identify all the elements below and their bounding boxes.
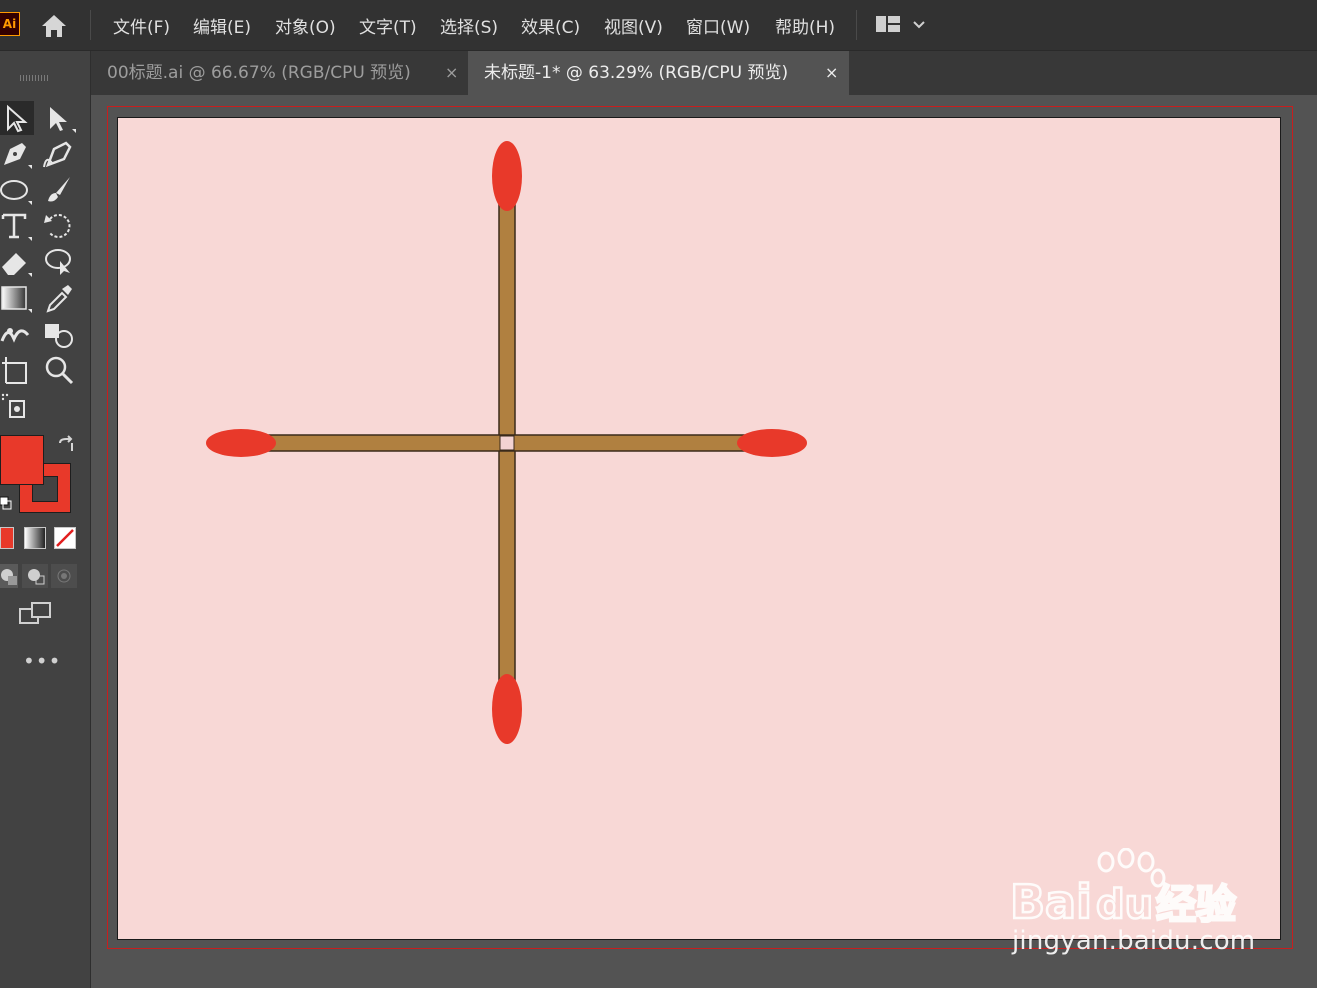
eraser-icon bbox=[2, 253, 32, 277]
puppet-warp-icon bbox=[45, 249, 71, 275]
rotate-tool[interactable] bbox=[42, 209, 76, 243]
symbol-sprayer-tool[interactable] bbox=[0, 389, 34, 423]
zoom-magnifier-icon bbox=[45, 356, 74, 385]
zoom-tool[interactable] bbox=[42, 353, 76, 387]
match-head-right[interactable] bbox=[737, 429, 807, 457]
draw-behind-button[interactable] bbox=[22, 564, 48, 588]
puppet-warp-tool[interactable] bbox=[42, 245, 76, 279]
match-head-top[interactable] bbox=[492, 141, 522, 211]
eyedropper-tool[interactable] bbox=[42, 281, 76, 315]
svg-text:经验: 经验 bbox=[1156, 882, 1236, 928]
document-tab-bar: 00标题.ai @ 66.67% (RGB/CPU 预览) × 未标题-1* @… bbox=[91, 51, 1317, 95]
artwork bbox=[206, 141, 807, 744]
baidu-paw-logo-icon: Bai du 经验 bbox=[1009, 847, 1237, 930]
swap-fill-stroke-button[interactable] bbox=[56, 435, 76, 455]
curvature-tool[interactable] bbox=[42, 137, 76, 171]
ellipse-icon bbox=[0, 180, 32, 205]
eraser-tool[interactable] bbox=[0, 245, 34, 279]
blend-icon bbox=[0, 328, 30, 343]
match-stick-vertical[interactable] bbox=[498, 197, 516, 729]
default-colors-icon bbox=[0, 496, 12, 510]
more-tools-button[interactable]: ••• bbox=[23, 649, 61, 673]
symbol-sprayer-icon bbox=[1, 393, 25, 418]
menu-separator bbox=[856, 10, 857, 40]
tab-close-button[interactable]: × bbox=[825, 51, 838, 95]
match-head-bottom[interactable] bbox=[492, 674, 522, 744]
match-junction bbox=[499, 435, 515, 451]
menu-view[interactable]: 视图(V) bbox=[604, 13, 663, 38]
menu-select[interactable]: 选择(S) bbox=[440, 13, 498, 38]
document-tab-active[interactable]: 未标题-1* @ 63.29% (RGB/CPU 预览) × bbox=[468, 51, 849, 95]
artboard-tool[interactable] bbox=[0, 353, 34, 387]
shape-builder-icon bbox=[45, 324, 73, 348]
selection-tool[interactable] bbox=[0, 101, 34, 135]
svg-text:du: du bbox=[1096, 882, 1153, 928]
gradient-mode-button[interactable] bbox=[24, 527, 46, 549]
tab-label: 未标题-1* @ 63.29% (RGB/CPU 预览) bbox=[484, 63, 789, 83]
artboard-icon bbox=[2, 357, 27, 384]
tab-label: 00标题.ai @ 66.67% (RGB/CPU 预览) bbox=[107, 63, 411, 83]
tab-close-button[interactable]: × bbox=[445, 51, 458, 95]
draw-normal-icon bbox=[1, 569, 17, 585]
workspace-switcher-button[interactable] bbox=[874, 13, 930, 37]
app-logo: Ai bbox=[0, 12, 20, 36]
default-colors-button[interactable] bbox=[0, 495, 12, 511]
blend-tool[interactable] bbox=[0, 317, 34, 351]
match-head-left[interactable] bbox=[206, 429, 276, 457]
type-tool[interactable] bbox=[0, 209, 34, 243]
direct-selection-arrow-icon bbox=[50, 107, 76, 133]
none-slash-icon bbox=[56, 529, 74, 547]
watermark-url: jingyan.baidu.com bbox=[1012, 926, 1256, 956]
draw-inside-button[interactable] bbox=[51, 564, 77, 588]
fill-color-swatch[interactable] bbox=[0, 435, 44, 485]
menu-edit[interactable]: 编辑(E) bbox=[193, 13, 251, 38]
menu-object[interactable]: 对象(O) bbox=[275, 13, 336, 38]
paintbrush-tool[interactable] bbox=[42, 173, 76, 207]
menu-window[interactable]: 窗口(W) bbox=[686, 13, 750, 38]
screen-mode-button[interactable] bbox=[18, 601, 54, 629]
pen-icon bbox=[4, 143, 32, 169]
ellipse-tool[interactable] bbox=[0, 173, 34, 207]
color-mode-button[interactable] bbox=[0, 527, 14, 549]
draw-normal-button[interactable] bbox=[0, 564, 18, 588]
svg-text:Bai: Bai bbox=[1010, 875, 1092, 928]
menu-effect[interactable]: 效果(C) bbox=[521, 13, 580, 38]
gradient-tool[interactable] bbox=[0, 281, 34, 315]
draw-behind-icon bbox=[28, 569, 45, 585]
home-icon bbox=[42, 15, 66, 37]
rotate-icon bbox=[44, 214, 71, 238]
artboard[interactable] bbox=[117, 117, 1281, 940]
tools-panel: ••• bbox=[0, 51, 91, 988]
panel-grip-handle[interactable] bbox=[20, 75, 48, 81]
menu-separator bbox=[90, 10, 91, 40]
none-mode-button[interactable] bbox=[54, 527, 76, 549]
curvature-pen-icon bbox=[43, 141, 72, 168]
workspace-layout-icon bbox=[876, 16, 925, 32]
paintbrush-icon bbox=[48, 177, 70, 202]
draw-inside-icon bbox=[57, 569, 71, 583]
home-button[interactable] bbox=[38, 12, 70, 40]
shape-builder-tool[interactable] bbox=[42, 317, 76, 351]
menu-help[interactable]: 帮助(H) bbox=[775, 13, 835, 38]
direct-selection-tool[interactable] bbox=[42, 101, 76, 135]
screen-mode-icon bbox=[19, 602, 51, 624]
swap-arrows-icon bbox=[59, 435, 73, 451]
selection-arrow-icon bbox=[7, 104, 28, 133]
type-t-icon bbox=[1, 213, 32, 241]
menu-type[interactable]: 文字(T) bbox=[359, 13, 417, 38]
eyedropper-icon bbox=[46, 285, 72, 313]
menu-file[interactable]: 文件(F) bbox=[113, 13, 170, 38]
baidu-jingyan-watermark-logo: Bai du 经验 bbox=[1009, 847, 1250, 930]
gradient-icon bbox=[1, 286, 32, 313]
pen-tool[interactable] bbox=[0, 137, 34, 171]
menu-bar: Ai 文件(F) 编辑(E) 对象(O) 文字(T) 选择(S) 效果(C) 视… bbox=[0, 0, 1317, 51]
document-tab[interactable]: 00标题.ai @ 66.67% (RGB/CPU 预览) × bbox=[91, 51, 468, 95]
